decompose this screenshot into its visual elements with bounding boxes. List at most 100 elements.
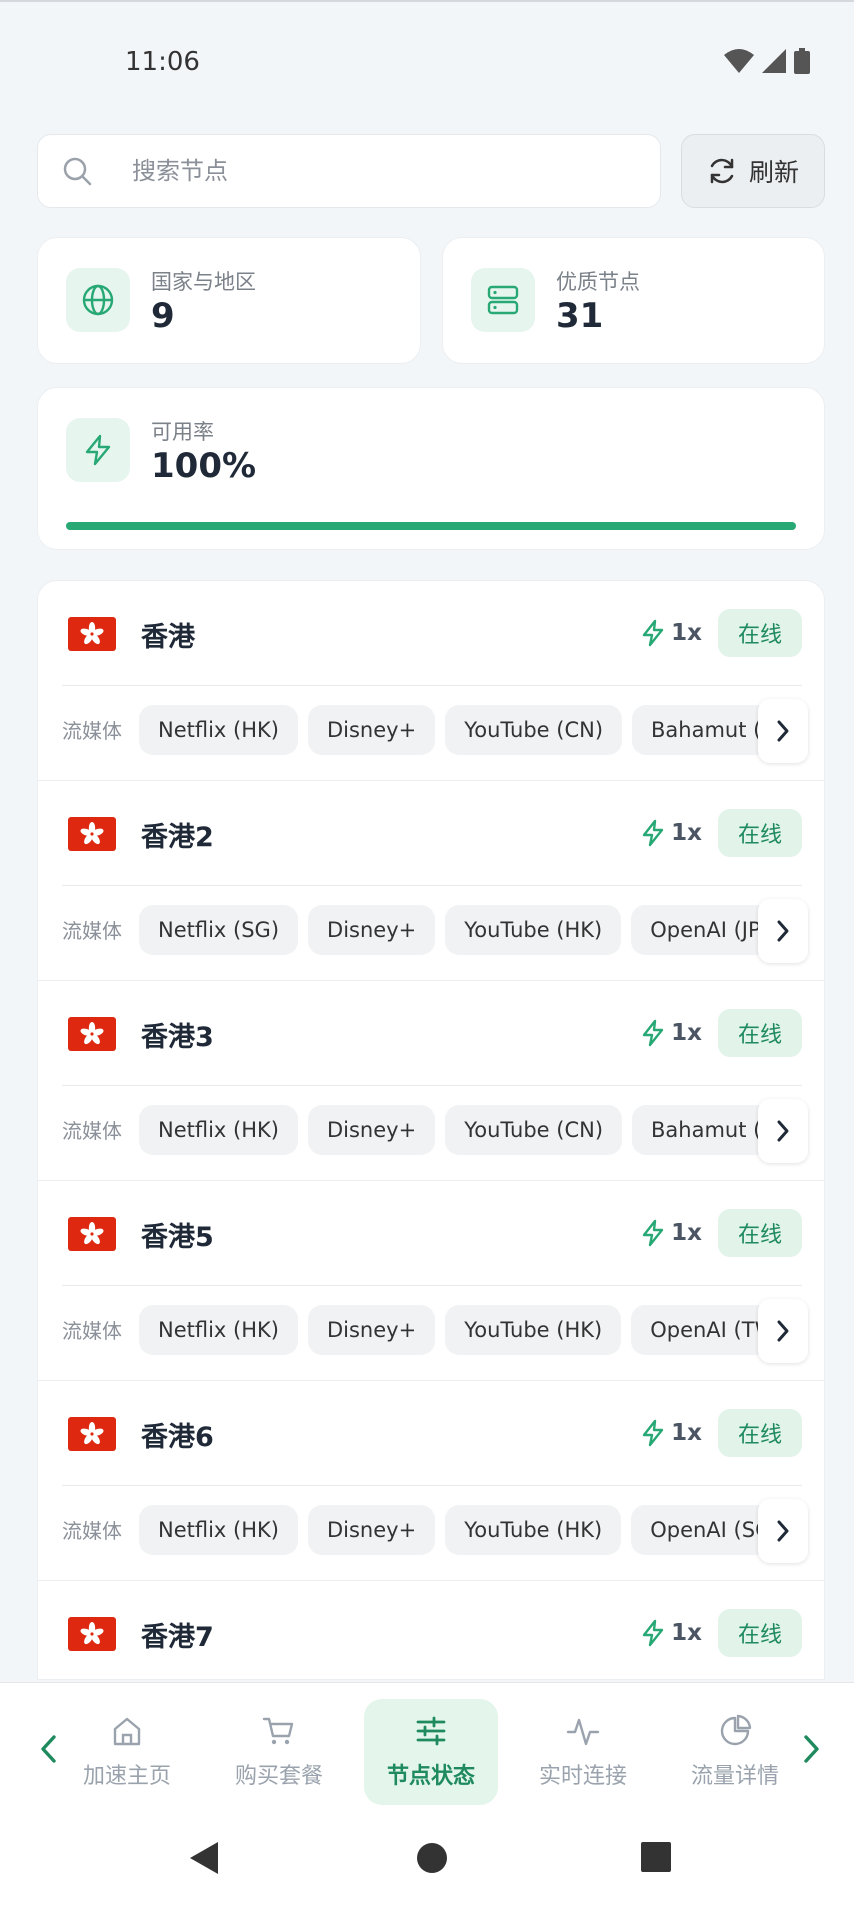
divider	[62, 1085, 802, 1086]
node-multiplier-value: 1x	[671, 620, 702, 646]
media-label: 流媒体	[62, 1519, 122, 1543]
media-chip[interactable]: Netflix (SG)	[139, 905, 299, 955]
media-chip[interactable]: YouTube (HK)	[445, 905, 622, 955]
node-multiplier: 1x	[641, 1219, 702, 1247]
system-nav-bar	[0, 1812, 854, 1916]
search-input[interactable]	[132, 157, 612, 185]
media-chip[interactable]: Netflix (HK)	[139, 1305, 298, 1355]
countries-value: 9	[151, 296, 175, 336]
back-icon[interactable]	[188, 1840, 220, 1876]
node-name: 香港3	[141, 1022, 214, 1053]
refresh-icon	[710, 158, 734, 184]
media-chip[interactable]: Disney+	[307, 1505, 436, 1555]
media-chip[interactable]: OpenAI (TW)	[631, 1305, 779, 1355]
node-item[interactable]: 香港 1x 在线 流媒体 Netflix (HK) Disney+ YouTube (CN)…	[38, 581, 824, 781]
node-header[interactable]: 香港5 1x 在线	[38, 1181, 824, 1285]
home-system-icon[interactable]	[414, 1840, 450, 1876]
node-item[interactable]: 香港3 1x 在线流媒体 Netflix (HK) Disney+ YouTube (CN…	[38, 981, 824, 1181]
signal-icon	[762, 49, 786, 73]
chevron-right-icon	[777, 1120, 789, 1142]
media-chip[interactable]: OpenAI (SG)	[631, 1505, 779, 1555]
refresh-button[interactable]: 刷新	[681, 134, 825, 208]
media-chip[interactable]: OpenAI (JP)	[631, 905, 779, 955]
media-label: 流媒体	[62, 1119, 122, 1143]
media-chip[interactable]: Netflix (HK)	[139, 705, 298, 755]
media-chip[interactable]: YouTube (CN)	[445, 705, 623, 755]
quality-nodes-card: 优质节点 31	[442, 237, 825, 364]
media-chip[interactable]: Netflix (HK)	[139, 1505, 298, 1555]
media-scroll-right-button[interactable]	[758, 699, 808, 763]
hong-kong-flag-icon	[80, 1622, 104, 1645]
node-item[interactable]: 香港7 1x 在线	[38, 1581, 824, 1679]
status-badge: 在线	[717, 1609, 802, 1657]
status-bar: 11:06	[0, 0, 854, 120]
node-list: 香港 1x 在线 流媒体 Netflix (HK) Disney+ YouTube (CN)…	[37, 580, 825, 1680]
status-badge: 在线	[717, 809, 802, 857]
activity-icon	[566, 1718, 600, 1746]
server-icon	[471, 268, 535, 332]
media-chip[interactable]: Disney+	[308, 905, 436, 955]
media-scroll-right-button[interactable]	[758, 899, 808, 963]
media-row: 流媒体 Netflix (HK) Disney+ YouTube (HK) OpenAI…	[38, 1299, 824, 1363]
home-icon	[113, 1717, 141, 1746]
node-header[interactable]: 香港7 1x 在线	[38, 1581, 824, 1679]
node-header[interactable]: 香港6 1x 在线	[38, 1381, 824, 1485]
recents-icon[interactable]	[640, 1841, 672, 1873]
wifi-icon	[724, 49, 754, 73]
nav-item-home[interactable]: 加速主页	[60, 1699, 194, 1805]
nav-item-activity[interactable]: 实时连接	[516, 1699, 650, 1805]
status-badge: 在线	[717, 609, 802, 657]
node-multiplier-value: 1x	[671, 1620, 702, 1646]
media-chip[interactable]: YouTube (HK)	[445, 1505, 622, 1555]
node-flag	[68, 617, 116, 651]
media-chip[interactable]: Disney+	[307, 1105, 436, 1155]
media-chip[interactable]: YouTube (CN)	[445, 1105, 623, 1155]
chevron-right-icon	[777, 1520, 789, 1542]
zap-icon	[642, 619, 664, 647]
chevron-right-icon	[777, 1320, 789, 1342]
node-flag	[68, 1417, 116, 1451]
node-item[interactable]: 香港5 1x 在线 流媒体 Netflix (HK) Disney+ YouTube (HK…	[38, 1181, 824, 1381]
media-scroll-right-button[interactable]	[758, 1299, 808, 1363]
status-time: 11:06	[125, 47, 200, 77]
nav-item-sliders[interactable]: 节点状态	[364, 1699, 498, 1805]
node-header[interactable]: 香港 1x 在线	[38, 581, 824, 685]
node-flag	[68, 817, 116, 851]
media-chip[interactable]: Netflix (HK)	[139, 1105, 298, 1155]
battery-icon	[794, 48, 810, 74]
bottom-nav: 加速主页 购买套餐 节点状态 实时连接 流量详情	[0, 1682, 854, 1812]
nav-next-icon[interactable]	[796, 1729, 826, 1769]
chevron-right-icon	[777, 920, 789, 942]
divider	[62, 1285, 802, 1286]
media-chip[interactable]: YouTube (HK)	[445, 1305, 622, 1355]
zap-icon	[642, 819, 664, 847]
media-scroll-right-button[interactable]	[758, 1099, 808, 1163]
node-header[interactable]: 香港2 1x 在线	[38, 781, 824, 885]
media-label: 流媒体	[62, 919, 122, 943]
nav-item-cart[interactable]: 购买套餐	[212, 1699, 346, 1805]
node-item[interactable]: 香港2 1x 在线流媒体 Netflix (SG) Disney+ YouTube (HK…	[38, 781, 824, 981]
nav-item-pie-chart[interactable]: 流量详情	[668, 1699, 802, 1805]
availability-card: 可用率 100%	[37, 387, 825, 550]
media-chips: Netflix (HK) Disney+ YouTube (HK) OpenAI (T…	[139, 1305, 779, 1357]
node-flag	[68, 1617, 116, 1651]
media-chip[interactable]: Bahamut (TW)	[632, 1105, 779, 1155]
status-badge: 在线	[717, 1209, 802, 1257]
hong-kong-flag-icon	[80, 622, 104, 645]
availability-progress-fill	[66, 522, 796, 530]
media-chip[interactable]: Bahamut (TW)	[632, 705, 779, 755]
zap-icon	[642, 1019, 664, 1047]
media-row: 流媒体 Netflix (HK) Disney+ YouTube (CN) Bahamu…	[38, 699, 824, 763]
media-chip[interactable]: Disney+	[307, 705, 436, 755]
media-scroll-right-button[interactable]	[758, 1499, 808, 1563]
divider	[62, 885, 802, 886]
search-box[interactable]	[37, 134, 661, 208]
media-chip[interactable]: Disney+	[307, 1305, 436, 1355]
node-flag	[68, 1217, 116, 1251]
node-item[interactable]: 香港6 1x 在线流媒体 Netflix (HK) Disney+ YouTube (HK…	[38, 1381, 824, 1581]
hong-kong-flag-icon	[80, 822, 104, 845]
hong-kong-flag-icon	[80, 1422, 104, 1445]
node-header[interactable]: 香港3 1x 在线	[38, 981, 824, 1085]
divider	[62, 685, 802, 686]
media-row: 流媒体 Netflix (HK) Disney+ YouTube (HK) OpenAI…	[38, 1499, 824, 1563]
